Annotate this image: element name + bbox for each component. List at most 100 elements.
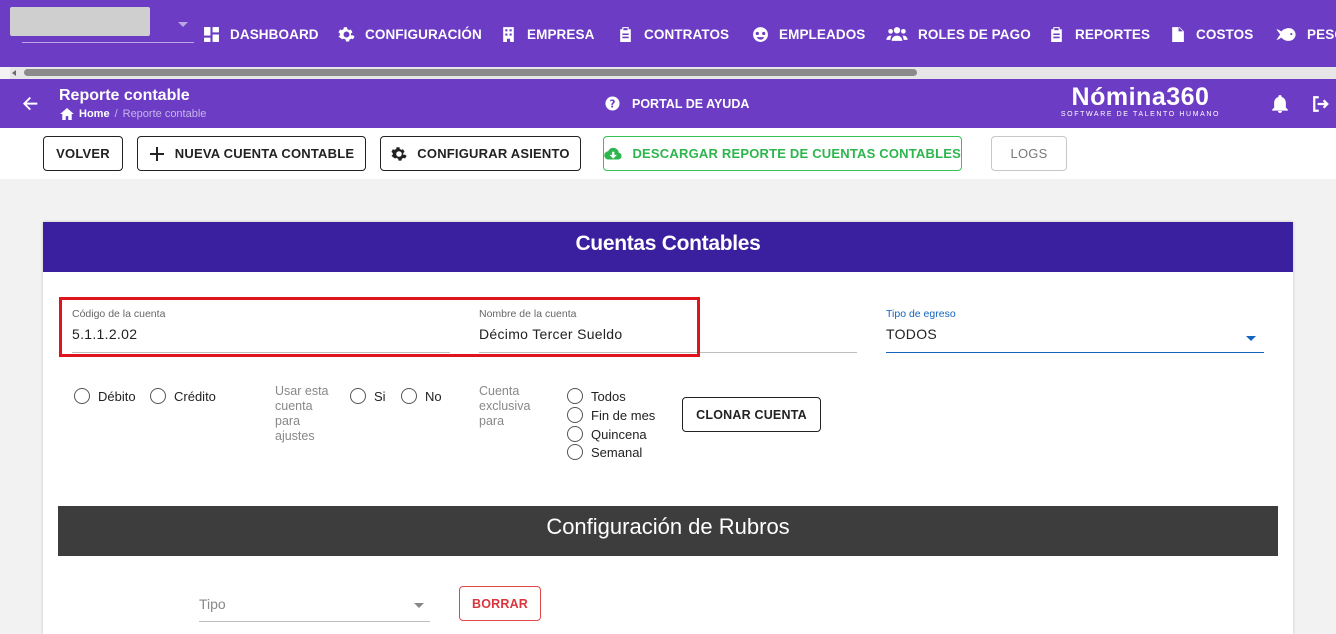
tipo-egreso-label: Tipo de egreso	[886, 308, 956, 320]
radio-circle[interactable]	[567, 444, 583, 460]
nav-item-empresa[interactable]: EMPRESA	[500, 24, 594, 44]
horizontal-scrollbar[interactable]	[10, 67, 1336, 79]
nueva-cuenta-button[interactable]: NUEVA CUENTA CONTABLE	[137, 136, 366, 171]
action-toolbar: VOLVER NUEVA CUENTA CONTABLE CONFIGURAR …	[0, 128, 1336, 179]
radio-option-label: Quincena	[591, 426, 647, 442]
globe-icon	[753, 26, 768, 42]
chevron-down-icon[interactable]	[178, 22, 188, 27]
nav-item-label: CONTRATOS	[644, 26, 730, 42]
nav-item-label: EMPLEADOS	[779, 26, 866, 42]
scroll-left-icon[interactable]	[12, 70, 16, 76]
help-portal-label: PORTAL DE AYUDA	[632, 96, 750, 111]
scrollbar-thumb[interactable]	[24, 69, 917, 76]
brand-logo: Nómina360 SOFTWARE DE TALENTO HUMANO	[1058, 83, 1223, 119]
nueva-cuenta-label: NUEVA CUENTA CONTABLE	[174, 146, 355, 161]
exclusiva-label: Cuenta exclusiva para	[479, 384, 531, 428]
nav-item-reportes[interactable]: REPORTES	[1048, 24, 1150, 44]
cuentas-contables-card: Cuentas Contables Código de la cuenta 5.…	[43, 222, 1293, 634]
rubros-title: Configuración de Rubros	[58, 506, 1278, 556]
radio-si-label: Si	[374, 388, 386, 404]
nav-item-label: ROLES DE PAGO	[918, 26, 1031, 42]
nav-item-costos[interactable]: COSTOS	[1169, 24, 1253, 44]
logs-label: LOGS	[1010, 146, 1048, 161]
chevron-down-icon	[414, 603, 424, 608]
breadcrumb-separator: /	[114, 108, 118, 120]
nav-item-label: EMPRESA	[527, 26, 595, 42]
breadcrumb: Home / Reporte contable	[60, 108, 206, 120]
arrow-left-icon[interactable]	[22, 95, 40, 113]
radio-circle[interactable]	[567, 388, 583, 404]
company-select[interactable]	[10, 7, 150, 36]
tipo-select[interactable]: Tipo	[199, 594, 430, 622]
page-header: Reporte contable Home / Reporte contable…	[0, 79, 1336, 128]
tipo-egreso-value: TODOS	[886, 326, 938, 342]
radio-circle[interactable]	[567, 426, 583, 442]
help-portal-link[interactable]: ? PORTAL DE AYUDA	[605, 96, 749, 111]
borrar-label: BORRAR	[471, 596, 529, 611]
radio-exclusiva-semanal[interactable]: Semanal	[567, 444, 642, 460]
logout-icon[interactable]	[1312, 95, 1330, 113]
radio-debito-label: Débito	[98, 388, 136, 404]
radio-circle[interactable]	[567, 407, 583, 423]
borrar-button[interactable]: BORRAR	[459, 586, 541, 621]
tipo-egreso-underline	[886, 352, 1264, 353]
building-icon	[503, 26, 514, 42]
nav-item-configuracion[interactable]: CONFIGURACIÓN	[338, 24, 482, 44]
descargar-reporte-label: DESCARGAR REPORTE DE CUENTAS CONTABLES	[632, 146, 961, 161]
radio-option-label: Semanal	[591, 444, 643, 460]
nav-item-empleados[interactable]: EMPLEADOS	[752, 24, 865, 44]
card-title: Cuentas Contables	[43, 222, 1293, 272]
chevron-down-icon	[1246, 336, 1256, 341]
radio-exclusiva-todos[interactable]: Todos	[567, 388, 626, 404]
nav-item-label: COSTOS	[1196, 26, 1254, 42]
breadcrumb-home[interactable]: Home	[79, 108, 110, 120]
radio-no[interactable]: No	[401, 388, 442, 404]
nav-item-contratos[interactable]: CONTRATOS	[617, 24, 729, 44]
clipboard-list-icon	[1051, 26, 1062, 42]
users-icon	[886, 26, 908, 41]
clipboard-icon	[620, 26, 631, 42]
radio-credito-label: Crédito	[174, 388, 216, 404]
configurar-asiento-label: CONFIGURAR ASIENTO	[417, 146, 570, 161]
radio-exclusiva-quincena[interactable]: Quincena	[567, 426, 647, 442]
radio-debito[interactable]: Débito	[74, 388, 136, 404]
radio-option-label: Fin de mes	[591, 407, 656, 423]
radio-circle[interactable]	[401, 388, 417, 404]
radio-option-label: Todos	[591, 388, 626, 404]
page-title: Reporte contable	[59, 87, 190, 104]
nav-item-label: DASHBOARD	[230, 26, 319, 42]
descargar-reporte-button[interactable]: DESCARGAR REPORTE DE CUENTAS CONTABLES	[603, 136, 962, 171]
file-dollar-icon	[1172, 26, 1184, 42]
radio-circle[interactable]	[350, 388, 366, 404]
nav-item-roles-de-pago[interactable]: ROLES DE PAGO	[886, 24, 1031, 44]
radio-circle[interactable]	[150, 388, 166, 404]
company-select-underline	[22, 42, 194, 43]
highlight-box	[59, 297, 700, 357]
brand-name: Nómina360	[1071, 83, 1210, 111]
radio-circle[interactable]	[74, 388, 90, 404]
dashboard-icon	[204, 26, 219, 42]
radio-exclusiva-fin-de-mes[interactable]: Fin de mes	[567, 407, 655, 423]
fish-icon	[1276, 27, 1296, 41]
nav-item-dashboard[interactable]: DASHBOARD	[203, 24, 319, 44]
logs-button[interactable]: LOGS	[991, 136, 1067, 171]
ajustes-label: Usar esta cuenta para ajustes	[275, 384, 329, 443]
breadcrumb-current: Reporte contable	[122, 108, 207, 120]
bell-icon[interactable]	[1271, 95, 1289, 113]
nav-item-pesca[interactable]: PESC	[1275, 24, 1336, 44]
gear-icon	[338, 26, 355, 42]
clonar-cuenta-button[interactable]: CLONAR CUENTA	[682, 397, 821, 432]
volver-button[interactable]: VOLVER	[43, 136, 123, 171]
gear-icon	[391, 146, 407, 161]
nav-item-label: REPORTES	[1075, 26, 1151, 42]
tipo-egreso-select[interactable]: Tipo de egreso TODOS	[886, 308, 1264, 353]
nav-item-label: CONFIGURACIÓN	[365, 26, 482, 42]
nav-item-label: PESC	[1307, 26, 1336, 42]
home-icon[interactable]	[60, 108, 74, 120]
plus-icon	[149, 146, 164, 161]
configurar-asiento-button[interactable]: CONFIGURAR ASIENTO	[380, 136, 581, 171]
radio-credito[interactable]: Crédito	[150, 388, 216, 404]
volver-label: VOLVER	[56, 146, 110, 161]
top-navigation: DASHBOARD CONFIGURACIÓN EMPRESA CONTRATO…	[0, 0, 1336, 67]
radio-si[interactable]: Si	[350, 388, 386, 404]
